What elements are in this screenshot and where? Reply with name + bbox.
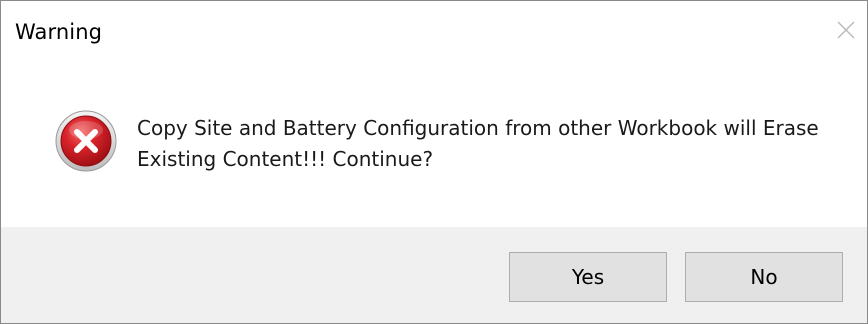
button-bar: Yes No <box>1 227 867 323</box>
message-text: Copy Site and Battery Configuration from… <box>137 113 837 175</box>
warning-dialog: Warning Copy Site and Battery Configurat… <box>0 0 868 324</box>
no-button[interactable]: No <box>685 252 843 302</box>
close-button[interactable] <box>831 15 861 45</box>
message-area: Copy Site and Battery Configuration from… <box>1 63 867 227</box>
yes-button[interactable]: Yes <box>509 252 667 302</box>
message-line-2: Existing Content!!! Continue? <box>137 147 434 171</box>
close-icon <box>837 21 855 39</box>
title-bar: Warning <box>1 1 867 63</box>
error-icon <box>55 110 117 172</box>
message-line-1: Copy Site and Battery Configuration from… <box>137 116 819 140</box>
dialog-title: Warning <box>15 20 103 44</box>
